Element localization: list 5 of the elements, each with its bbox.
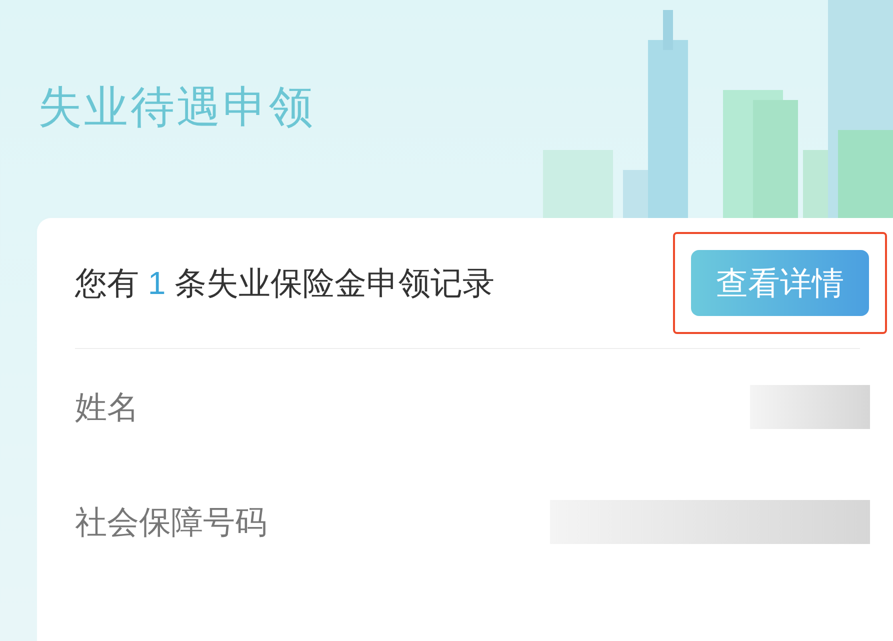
field-label: 姓名 [75, 388, 139, 426]
details-button[interactable]: 查看详情 [691, 250, 869, 316]
field-label: 社会保障号码 [75, 502, 267, 542]
page-title: 失业待遇申领 [38, 82, 316, 134]
record-summary: 您有 1 条失业保险金申领记录 [75, 264, 495, 303]
